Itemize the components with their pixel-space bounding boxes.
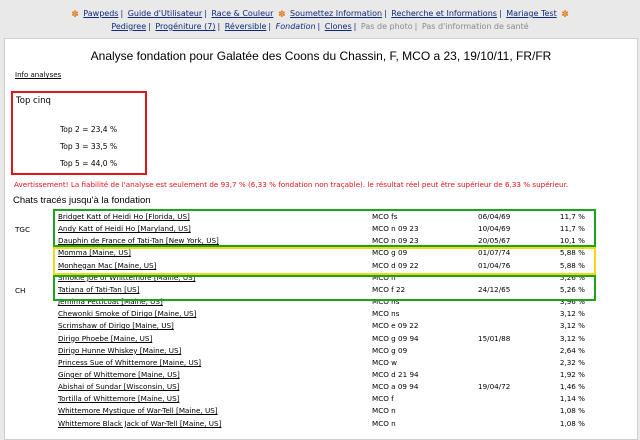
cat-percentage: 2,32 % [559, 357, 585, 367]
table-row: Scrimshaw of Dirigo [Maine, US] MCO e 09 … [5, 320, 637, 332]
table-row: Dirigo Hunne Whiskey [Maine, US] MCO g 09… [5, 345, 637, 357]
nav-no-photo: Pas de photo [360, 22, 413, 31]
cat-name-link[interactable]: Whittemore Black Jack of War-Tell [Maine… [58, 419, 221, 428]
cat-name-link[interactable]: Dirigo Phoebe [Maine, US] [58, 334, 152, 343]
table-row: Tortilla of Whittemore [Maine, US] MCO f 1… [5, 393, 637, 405]
nav-clones[interactable]: Clones [325, 22, 352, 31]
group-label: CH [15, 285, 26, 295]
cat-percentage: 2,64 % [559, 345, 585, 355]
table-row: Abishai of Sundar [Wisconsin, US] MCO a 0… [5, 381, 637, 393]
table-row: Princess Sue of Whittemore [Maine, US] MC… [5, 357, 637, 369]
nav-offspring[interactable]: Progéniture (7) [155, 22, 215, 31]
table-row: Chewonki Smoke of Dirigo [Maine, US] MCO … [5, 308, 637, 320]
top-navigation: ✽ Pawpeds | Guide d'Utilisateur | Race & C… [0, 0, 640, 36]
cat-name-link[interactable]: Dirigo Hunne Whiskey [Maine, US] [58, 346, 181, 355]
nav-pedigree[interactable]: Pedigree [111, 22, 146, 31]
nav-test-mating[interactable]: Mariage Test [506, 9, 557, 18]
cat-name-link[interactable]: Ginger of Whittemore [Maine, US] [58, 370, 180, 379]
cat-name-link[interactable]: Chewonki Smoke of Dirigo [Maine, US] [58, 309, 196, 318]
cat-breed: MCO ns [372, 309, 400, 319]
nav-search-info[interactable]: Recherche et Informations [391, 9, 497, 18]
cat-name-link[interactable]: Whittemore Mystique of War-Tell [Maine, … [58, 406, 218, 415]
cat-percentage: 1,92 % [559, 369, 585, 379]
reliability-warning: Avertissement! La fiabilité de l'analyse… [14, 180, 569, 189]
cat-percentage: 1,46 % [559, 382, 585, 392]
group-label: TGC [15, 225, 30, 235]
content-panel: Analyse fondation pour Galatée des Coons… [4, 38, 638, 440]
cat-name-link[interactable]: Tortilla of Whittemore [Maine, US] [58, 394, 179, 403]
cat-breed: MCO n [372, 418, 396, 428]
cat-percentage: 3,12 % [559, 333, 585, 343]
top-five-heading: Top cinq [16, 96, 51, 106]
top-five-box: Top cinq Top 2 = 23,4 % Top 3 = 33,5 % T… [11, 91, 147, 175]
traced-cats-heading: Chats tracés jusqu'à la fondation [13, 195, 151, 206]
cat-name-link[interactable]: Abishai of Sundar [Wisconsin, US] [58, 382, 179, 391]
cat-breed: MCO w [372, 357, 398, 367]
cat-birthdate: 15/01/88 [478, 333, 511, 343]
top-5-value: Top 5 = 44,0 % [60, 159, 118, 168]
paw-icon: ✽ [561, 10, 569, 20]
cat-name-link[interactable]: Princess Sue of Whittemore [Maine, US] [58, 358, 201, 367]
cat-percentage: 1,14 % [559, 394, 585, 404]
cat-birthdate: 19/04/72 [478, 382, 511, 392]
cat-name-link[interactable]: Scrimshaw of Dirigo [Maine, US] [58, 321, 174, 330]
cat-percentage: 1,08 % [559, 418, 585, 428]
cat-breed: MCO g 09 [372, 345, 408, 355]
cat-breed: MCO a 09 94 [372, 382, 419, 392]
highlight-green-group-2 [53, 275, 596, 301]
nav-foundation-current: Fondation [275, 22, 316, 31]
page-title: Analyse fondation pour Galatée des Coons… [90, 49, 552, 63]
cat-breed: MCO f [372, 394, 394, 404]
nav-reversible[interactable]: Réversible [225, 22, 267, 31]
cat-percentage: 1,08 % [559, 406, 585, 416]
nav-submit-info[interactable]: Soumettez Information [290, 9, 382, 18]
nav-pawpeds[interactable]: Pawpeds [83, 9, 118, 18]
cat-percentage: 3,12 % [559, 309, 585, 319]
cat-breed: MCO g 09 94 [372, 333, 419, 343]
top-2-value: Top 2 = 23,4 % [60, 125, 118, 134]
cat-breed: MCO d 21 94 [372, 369, 419, 379]
paw-icon: ✽ [277, 10, 286, 20]
info-analyses-link[interactable]: Info analyses [15, 71, 61, 79]
nav-no-health-info: Pas d'information de santé [421, 22, 529, 31]
nav-breed-color[interactable]: Race & Couleur [211, 9, 273, 18]
table-row: Ginger of Whittemore [Maine, US] MCO d 21… [5, 369, 637, 381]
cat-breed: MCO n [372, 406, 396, 416]
top-3-value: Top 3 = 33,5 % [60, 142, 118, 151]
nav-user-guide[interactable]: Guide d'Utilisateur [128, 9, 202, 18]
main-nav: ✽ Pawpeds | Guide d'Utilisateur | Race & C… [71, 9, 569, 20]
highlight-green-group-1 [53, 209, 596, 247]
cat-breed: MCO e 09 22 [372, 321, 419, 331]
table-row: Dirigo Phoebe [Maine, US] MCO g 09 94 15/0… [5, 333, 637, 345]
table-row: Whittemore Mystique of War-Tell [Maine, … [5, 405, 637, 417]
cat-percentage: 3,12 % [559, 321, 585, 331]
cat-nav: Pedigree | Progéniture (7) | Réversible | F… [111, 22, 529, 31]
paw-icon: ✽ [71, 10, 79, 20]
highlight-yellow-group [53, 247, 596, 275]
table-row: Whittemore Black Jack of War-Tell [Maine… [5, 418, 637, 430]
